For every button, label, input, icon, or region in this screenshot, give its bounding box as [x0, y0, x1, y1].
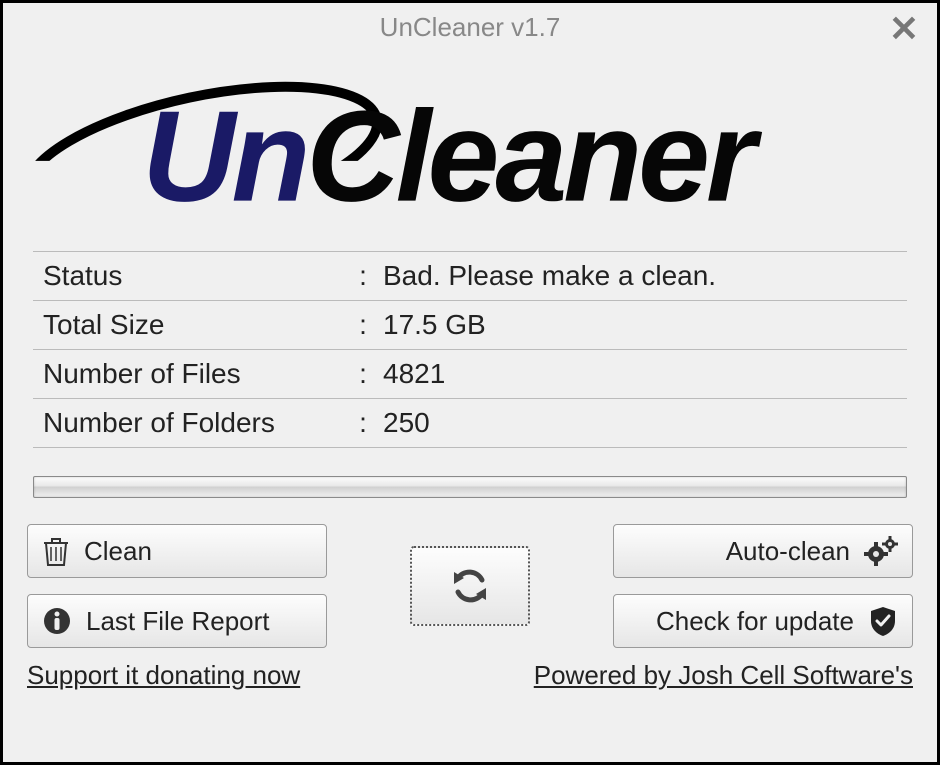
footer-links: Support it donating now Powered by Josh … [27, 660, 913, 691]
status-value: Bad. Please make a clean. [383, 260, 897, 292]
info-icon [42, 606, 72, 636]
donate-link[interactable]: Support it donating now [27, 660, 300, 691]
stats-table: Status : Bad. Please make a clean. Total… [33, 251, 907, 448]
auto-clean-button[interactable]: Auto-clean [613, 524, 913, 578]
titlebar: UnCleaner v1.7 ✕ [3, 3, 937, 51]
powered-by-link[interactable]: Powered by Josh Cell Software's [534, 660, 913, 691]
clean-button[interactable]: Clean [27, 524, 327, 578]
refresh-button[interactable] [410, 546, 530, 626]
last-report-button[interactable]: Last File Report [27, 594, 327, 648]
num-files-label: Number of Files [43, 358, 343, 390]
status-label: Status [43, 260, 343, 292]
app-window: UnCleaner v1.7 ✕ UnCleaner Status : Bad.… [0, 0, 940, 765]
num-folders-row: Number of Folders : 250 [33, 398, 907, 448]
check-update-label: Check for update [656, 606, 854, 637]
close-icon[interactable]: ✕ [889, 11, 919, 47]
buttons-area: Clean Last File Report Auto-clean [27, 522, 913, 650]
app-logo: UnCleaner [23, 61, 917, 231]
auto-clean-label: Auto-clean [726, 536, 850, 567]
total-size-label: Total Size [43, 309, 343, 341]
refresh-icon [448, 564, 492, 608]
num-files-row: Number of Files : 4821 [33, 349, 907, 398]
shield-check-icon [868, 605, 898, 637]
gears-icon [864, 536, 898, 566]
trash-icon [42, 535, 70, 567]
last-report-label: Last File Report [86, 606, 270, 637]
total-size-value: 17.5 GB [383, 309, 897, 341]
svg-text:UnCleaner: UnCleaner [142, 85, 763, 229]
num-files-value: 4821 [383, 358, 897, 390]
total-size-row: Total Size : 17.5 GB [33, 300, 907, 349]
clean-label: Clean [84, 536, 152, 567]
status-row: Status : Bad. Please make a clean. [33, 251, 907, 300]
num-folders-value: 250 [383, 407, 897, 439]
check-update-button[interactable]: Check for update [613, 594, 913, 648]
progress-bar [33, 476, 907, 498]
window-title: UnCleaner v1.7 [380, 12, 561, 43]
num-folders-label: Number of Folders [43, 407, 343, 439]
